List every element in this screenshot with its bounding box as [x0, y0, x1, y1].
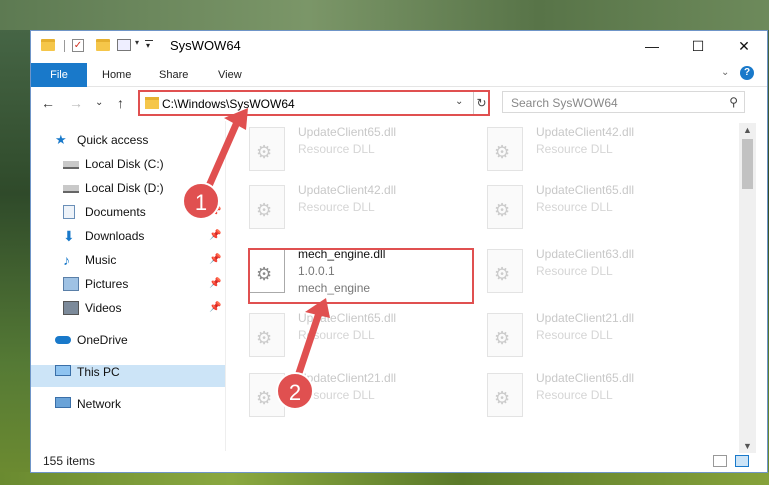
arrow-head-2 [305, 298, 330, 318]
callout-step-1: 1 [182, 182, 220, 220]
annotation-arrows [201, 108, 330, 389]
callout-step-2: 2 [276, 372, 314, 410]
